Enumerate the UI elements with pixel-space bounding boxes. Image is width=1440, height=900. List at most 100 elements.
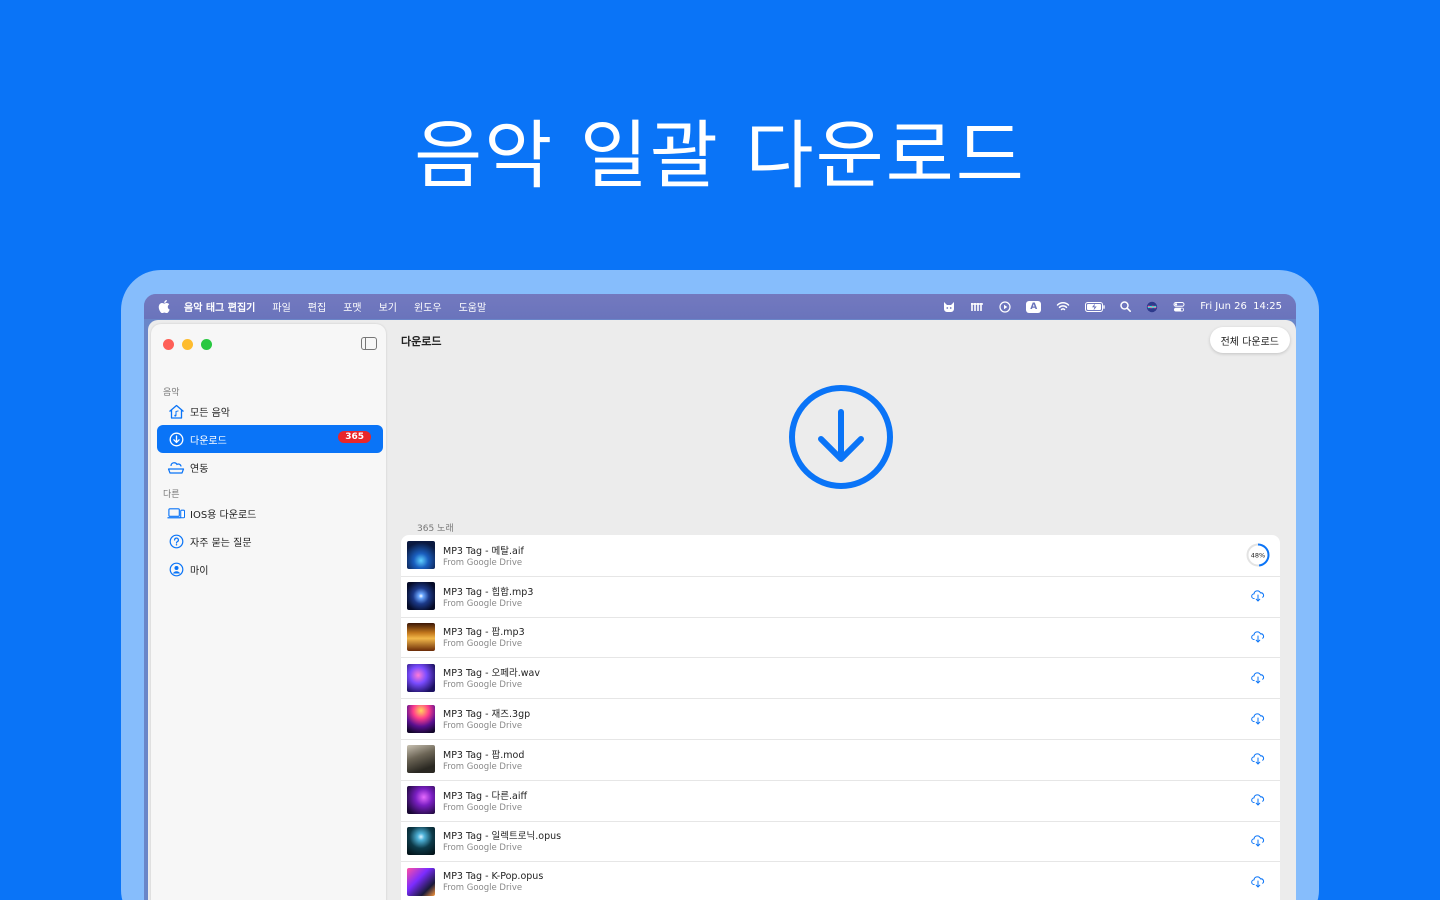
song-count-label: 365 노래 [417,524,454,534]
hero-title: 음악 일괄 다운로드 [414,113,1026,199]
list-item[interactable]: MP3 Tag - 팝.mp3 From Google Drive [401,616,1280,658]
cloud-download-icon [1251,712,1265,725]
song-source: From Google Drive [443,598,523,609]
song-title: MP3 Tag - 오페라.wav [443,668,540,680]
sidebar-item-sync[interactable]: 연동 [157,453,383,481]
cloud-download-icon [1251,590,1265,602]
song-source: From Google Drive [443,639,523,650]
cloud-download-button[interactable] [1246,788,1270,812]
song-source: From Google Drive [443,761,523,772]
sidebar: 음악 모든 음악 다운로드 365 연동 다른 IOS용 다운로드 자주 묻는 … [151,324,386,900]
apple-icon[interactable] [158,299,170,314]
download-count-badge: 365 [338,431,371,443]
album-art [407,786,435,815]
cloud-download-icon [1251,631,1265,643]
menu-app-name[interactable]: 음악 태그 편집기 [184,299,255,314]
song-title: MP3 Tag - 다른.aiff [443,790,528,802]
search-icon[interactable] [1120,301,1132,312]
download-progress-label: 48% [1251,552,1265,560]
cloud-download-button[interactable] [1246,584,1270,608]
sidebar-item-label: 마이 [190,565,209,577]
keyboard-input-indicator[interactable]: A [1026,300,1042,313]
song-title: MP3 Tag - 일렉트로닉.opus [443,831,562,843]
menu-edit[interactable]: 편집 [308,299,326,314]
sidebar-toggle-icon[interactable] [361,337,377,350]
song-title: MP3 Tag - 재즈.3gp [443,709,531,721]
download-all-button[interactable]: 전체 다운로드 [1209,327,1290,353]
menubar-datetime[interactable]: Fri Jun 26 14:25 [1200,301,1282,312]
sidebar-item-label: IOS용 다운로드 [190,509,257,521]
menubar: 음악 태그 편집기 파일 편집 포맷 보기 윈도우 도움말 A Fri Jun … [144,294,1296,319]
tool-icon[interactable] [970,301,984,313]
menu-window[interactable]: 윈도우 [414,299,442,314]
question-circle-icon [167,533,185,549]
menu-format[interactable]: 포맷 [343,299,361,314]
sidebar-item-my[interactable]: 마이 [157,555,383,583]
zoom-window-button[interactable] [201,339,212,350]
cloud-download-icon [1251,835,1265,847]
window-controls [163,339,212,350]
cat-icon[interactable] [943,301,955,313]
cloud-download-icon [1251,672,1265,684]
download-progress-ring[interactable]: 48% [1246,543,1270,567]
laptop-phone-icon [167,505,185,521]
cloud-download-icon [1251,753,1265,766]
page-title: 다운로드 [401,335,442,348]
song-source: From Google Drive [443,843,523,854]
wifi-icon[interactable] [1056,301,1070,312]
download-hero-icon [789,385,893,489]
song-source: From Google Drive [443,882,523,893]
cloud-download-button[interactable] [1246,707,1270,731]
cloud-download-button[interactable] [1246,829,1270,853]
battery-icon[interactable] [1085,301,1105,312]
song-source: From Google Drive [443,680,523,691]
song-source: From Google Drive [443,557,523,568]
list-item[interactable]: MP3 Tag - 메탈.aif From Google Drive 48% [401,535,1280,576]
album-art [407,663,435,692]
song-title: MP3 Tag - 팝.mp3 [443,627,525,639]
album-art [407,826,435,855]
album-art [407,704,435,733]
cloud-download-button[interactable] [1246,870,1270,894]
sidebar-item-downloads[interactable]: 다운로드 365 [157,425,383,453]
song-source: From Google Drive [443,721,523,732]
sidebar-item-all-music[interactable]: 모든 음악 [157,397,383,425]
song-title: MP3 Tag - 메탈.aif [443,545,524,557]
menu-help[interactable]: 도움말 [459,299,487,314]
sidebar-item-label: 모든 음악 [190,407,230,419]
song-title: MP3 Tag - 힙합.mp3 [443,586,534,598]
cloud-download-button[interactable] [1246,625,1270,649]
album-art [407,622,435,651]
list-item[interactable]: MP3 Tag - 다른.aiff From Google Drive [401,779,1280,821]
song-source: From Google Drive [443,802,523,813]
list-item[interactable]: MP3 Tag - K-Pop.opus From Google Drive [401,861,1280,900]
close-window-button[interactable] [163,339,174,350]
app-window: 음악 모든 음악 다운로드 365 연동 다른 IOS용 다운로드 자주 묻는 … [148,320,1296,900]
list-item[interactable]: MP3 Tag - 팝.mod From Google Drive [401,738,1280,780]
screen: 음악 태그 편집기 파일 편집 포맷 보기 윈도우 도움말 A Fri Jun … [144,294,1296,900]
house-music-icon [167,403,185,419]
sidebar-item-faq[interactable]: 자주 묻는 질문 [157,527,383,555]
list-item[interactable]: MP3 Tag - 일렉트로닉.opus From Google Drive [401,820,1280,862]
play-circle-icon[interactable] [999,300,1011,313]
control-center-icon[interactable] [1173,301,1185,313]
minimize-window-button[interactable] [182,339,193,350]
album-art [407,582,435,611]
sidebar-item-label: 다운로드 [190,435,227,447]
siri-icon[interactable] [1146,301,1158,313]
download-circle-icon [167,431,185,447]
album-art [407,541,435,570]
cloud-download-button[interactable] [1246,666,1270,690]
list-item[interactable]: MP3 Tag - 힙합.mp3 From Google Drive [401,575,1280,617]
cloud-download-button[interactable] [1246,747,1270,771]
menu-file[interactable]: 파일 [272,299,290,314]
list-item[interactable]: MP3 Tag - 오페라.wav From Google Drive [401,657,1280,698]
sidebar-item-ios-download[interactable]: IOS용 다운로드 [157,499,383,527]
main-content: 다운로드 전체 다운로드 365 노래 MP3 Tag - 메탈.aif Fro… [388,320,1296,900]
song-title: MP3 Tag - 팝.mod [443,749,525,761]
menu-view[interactable]: 보기 [379,299,397,314]
list-item[interactable]: MP3 Tag - 재즈.3gp From Google Drive [401,698,1280,739]
song-title: MP3 Tag - K-Pop.opus [443,870,544,882]
sidebar-item-label: 연동 [190,463,209,475]
download-list: MP3 Tag - 메탈.aif From Google Drive 48% M… [401,535,1280,900]
